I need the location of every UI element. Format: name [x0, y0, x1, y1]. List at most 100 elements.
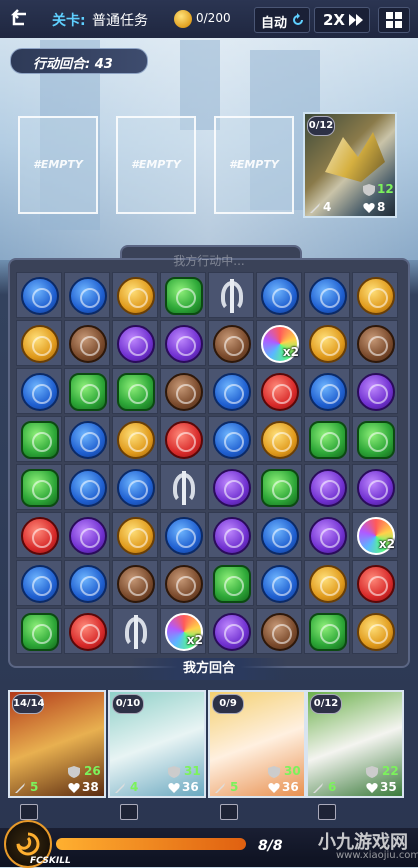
- board-cell[interactable]: [304, 368, 350, 414]
- heart-icon: [363, 203, 375, 213]
- purple-gem-icon: [213, 469, 251, 507]
- hero-level-badge: 0/12: [310, 694, 342, 714]
- board-cell[interactable]: [112, 512, 158, 558]
- board-cell[interactable]: [304, 272, 350, 318]
- turn-counter-text: 行动回合: 43: [33, 57, 113, 72]
- board-cell[interactable]: [112, 560, 158, 606]
- board-cell[interactable]: [208, 368, 254, 414]
- hero-card[interactable]: 0/10 31 4 36: [108, 690, 206, 798]
- board-cell[interactable]: [64, 560, 110, 606]
- board-cell[interactable]: [208, 272, 254, 318]
- board-cell[interactable]: [16, 608, 62, 654]
- board-cell[interactable]: [208, 512, 254, 558]
- hero-equip-icon[interactable]: [20, 804, 38, 820]
- board-cell[interactable]: [256, 560, 302, 606]
- board-cell[interactable]: [304, 464, 350, 510]
- board-cell[interactable]: [352, 416, 398, 462]
- turn-banner: 我方回合: [130, 658, 288, 680]
- board-cell[interactable]: [160, 320, 206, 366]
- green-gem-icon: [309, 421, 347, 459]
- hero-equip-icon[interactable]: [318, 804, 336, 820]
- board-cell[interactable]: [208, 320, 254, 366]
- board-cell[interactable]: [16, 320, 62, 366]
- board-cell[interactable]: [112, 272, 158, 318]
- board-cell[interactable]: [304, 512, 350, 558]
- board-cell[interactable]: [160, 272, 206, 318]
- board-cell[interactable]: [352, 608, 398, 654]
- board-cell[interactable]: [256, 608, 302, 654]
- board-cell[interactable]: [16, 272, 62, 318]
- board-cell[interactable]: [352, 272, 398, 318]
- board-cell[interactable]: [208, 464, 254, 510]
- board-cell[interactable]: [16, 512, 62, 558]
- board-cell[interactable]: x2: [160, 608, 206, 654]
- board-cell[interactable]: [160, 560, 206, 606]
- board-cell[interactable]: [208, 416, 254, 462]
- blue-gem-icon: [69, 277, 107, 315]
- back-arrow-icon[interactable]: [6, 6, 30, 30]
- board-cell[interactable]: [112, 320, 158, 366]
- board-cell[interactable]: [208, 608, 254, 654]
- hero-card[interactable]: 0/9 30 5 36: [208, 690, 306, 798]
- board-cell[interactable]: [256, 464, 302, 510]
- board-cell[interactable]: x2: [256, 320, 302, 366]
- board-cell[interactable]: [304, 560, 350, 606]
- board-cell[interactable]: [208, 560, 254, 606]
- board-cell[interactable]: [16, 368, 62, 414]
- board-cell[interactable]: x2: [352, 512, 398, 558]
- board-cell[interactable]: [112, 608, 158, 654]
- board-cell[interactable]: [64, 416, 110, 462]
- enemy-level-badge: 0/12: [307, 116, 335, 136]
- enemy-card[interactable]: 0/12 12 4 8: [303, 112, 397, 218]
- hero-equip-icon[interactable]: [120, 804, 138, 820]
- green-gem-icon: [21, 613, 59, 651]
- blue-gem-icon: [21, 373, 59, 411]
- board-cell[interactable]: [64, 368, 110, 414]
- hero-hp: 36: [182, 780, 199, 794]
- board-cell[interactable]: [16, 416, 62, 462]
- board-cell[interactable]: [64, 608, 110, 654]
- board-cell[interactable]: [352, 368, 398, 414]
- green-gem-icon: [165, 277, 203, 315]
- board-cell[interactable]: [112, 416, 158, 462]
- board-cell[interactable]: [64, 464, 110, 510]
- board-cell[interactable]: [256, 512, 302, 558]
- blue-gem-icon: [165, 517, 203, 555]
- shield-icon: [363, 184, 375, 196]
- board-cell[interactable]: [352, 320, 398, 366]
- blue-gem-icon: [309, 277, 347, 315]
- auto-button[interactable]: 自动: [254, 7, 310, 33]
- green-gem-icon: [357, 421, 395, 459]
- board-cell[interactable]: [112, 368, 158, 414]
- hero-card[interactable]: 0/12 22 6 35: [306, 690, 404, 798]
- board-cell[interactable]: [304, 608, 350, 654]
- board-cell[interactable]: [16, 560, 62, 606]
- speed-button[interactable]: 2X: [314, 7, 370, 33]
- menu-button[interactable]: [378, 7, 410, 33]
- hero-equip-icon[interactable]: [220, 804, 238, 820]
- board-cell[interactable]: [64, 512, 110, 558]
- board-cell[interactable]: [160, 368, 206, 414]
- heart-icon: [366, 783, 378, 793]
- board-cell[interactable]: [112, 464, 158, 510]
- blue-gem-icon: [213, 373, 251, 411]
- enemy-portrait: [325, 132, 385, 182]
- board-cell[interactable]: [160, 416, 206, 462]
- board-cell[interactable]: [64, 272, 110, 318]
- board-cell[interactable]: [352, 464, 398, 510]
- board-cell[interactable]: [160, 512, 206, 558]
- board-cell[interactable]: [352, 560, 398, 606]
- board-cell[interactable]: [16, 464, 62, 510]
- board-cell[interactable]: [256, 416, 302, 462]
- board-cell[interactable]: [304, 416, 350, 462]
- board-cell[interactable]: [64, 320, 110, 366]
- board-cell[interactable]: [256, 368, 302, 414]
- board-cell[interactable]: [256, 272, 302, 318]
- coin-icon: [174, 10, 192, 28]
- board-cell[interactable]: [160, 464, 206, 510]
- board-cell[interactable]: [304, 320, 350, 366]
- yellow-gem-icon: [357, 277, 395, 315]
- sword-icon: [313, 783, 323, 793]
- skill-swirl-icon: [16, 832, 40, 856]
- hero-card[interactable]: 14/14 26 5 38: [8, 690, 106, 798]
